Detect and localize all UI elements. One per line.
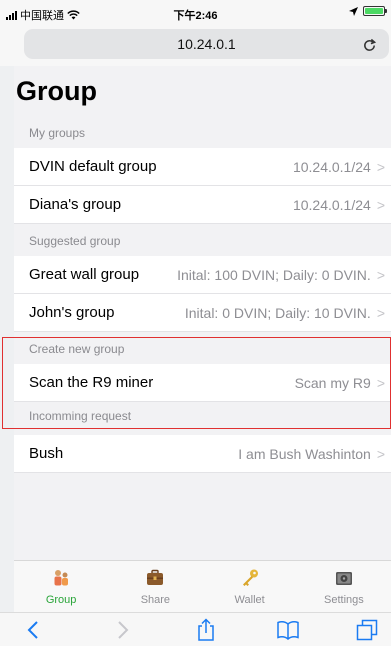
section-header-suggested: Suggested group (14, 226, 391, 256)
address-bar[interactable]: 10.24.0.1 (24, 29, 389, 59)
section-header-create: Create new group (14, 334, 391, 364)
group-row-dvin-default[interactable]: DVIN default group 10.24.0.1/24 > (14, 148, 391, 186)
row-value: I am Bush Washinton (238, 445, 371, 462)
tabs-icon[interactable] (354, 617, 380, 643)
share-icon[interactable] (193, 617, 219, 643)
browser-toolbar (0, 612, 391, 646)
location-arrow-icon (349, 6, 358, 16)
group-icon (51, 568, 71, 588)
group-row-great-wall[interactable]: Great wall group Inital: 100 DVIN; Daily… (14, 256, 391, 294)
chevron-right-icon: > (376, 196, 385, 213)
status-right (349, 6, 387, 16)
chevron-right-icon: > (376, 374, 385, 391)
section-header-incoming: Incomming request (14, 404, 391, 428)
row-value: 10.24.0.1/24 (292, 158, 371, 175)
bookmarks-icon[interactable] (275, 617, 301, 643)
miner-icon (334, 568, 354, 588)
url-text: 10.24.0.1 (177, 36, 236, 52)
status-time: 下午2:46 (173, 10, 218, 22)
tab-bar: Group Share Wallet Settings (14, 560, 391, 612)
chevron-right-icon: > (376, 304, 385, 321)
briefcase-icon (145, 568, 165, 588)
row-label: Diana's group (29, 196, 122, 213)
key-icon (240, 568, 260, 588)
page-title: Group (16, 76, 97, 106)
row-label: Great wall group (29, 266, 140, 283)
request-row-bush[interactable]: Bush I am Bush Washinton > (14, 435, 391, 473)
row-value: Inital: 0 DVIN; Daily: 10 DVIN. (184, 304, 371, 321)
status-bar: 中国联通 下午2:46 (0, 0, 391, 26)
row-label: Scan the R9 miner (29, 374, 154, 391)
tab-label: Group (45, 594, 77, 606)
row-label: John's group (29, 304, 115, 321)
back-icon[interactable] (20, 617, 46, 643)
create-row-scan-r9[interactable]: Scan the R9 miner Scan my R9 > (14, 364, 391, 402)
address-bar-container: 10.24.0.1 (0, 26, 391, 66)
chevron-right-icon: > (376, 266, 385, 283)
group-row-diana[interactable]: Diana's group 10.24.0.1/24 > (14, 186, 391, 224)
section-header-my-groups: My groups (14, 118, 391, 148)
row-value: Scan my R9 (294, 374, 371, 391)
tab-wallet[interactable]: Wallet (203, 561, 297, 612)
battery-icon (363, 6, 387, 16)
forward-icon[interactable] (110, 617, 136, 643)
reload-icon[interactable] (362, 29, 377, 59)
tab-share[interactable]: Share (108, 561, 202, 612)
tab-group[interactable]: Group (14, 561, 108, 612)
group-row-john[interactable]: John's group Inital: 0 DVIN; Daily: 10 D… (14, 294, 391, 332)
row-value: 10.24.0.1/24 (292, 196, 371, 213)
tab-settings[interactable]: Settings (297, 561, 391, 612)
tab-label: Settings (324, 594, 364, 606)
chevron-right-icon: > (376, 158, 385, 175)
chevron-right-icon: > (376, 445, 385, 462)
tab-label: Wallet (234, 594, 265, 606)
group-page: Group My groups DVIN default group 10.24… (14, 66, 391, 560)
row-label: DVIN default group (29, 158, 157, 175)
row-value: Inital: 100 DVIN; Daily: 0 DVIN. (177, 266, 371, 283)
tab-label: Share (140, 594, 171, 606)
row-label: Bush (29, 445, 64, 462)
